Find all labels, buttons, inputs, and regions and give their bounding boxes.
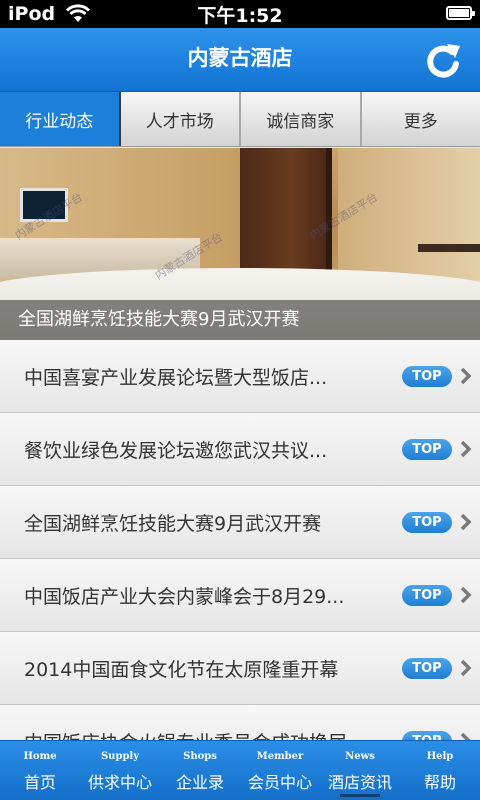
list-item[interactable]: 中国喜宴产业发展论坛暨大型饭店... TOP (0, 340, 480, 413)
chevron-right-icon (452, 727, 480, 740)
list-item[interactable]: 全国湖鲜烹饪技能大赛9月武汉开赛 TOP (0, 486, 480, 559)
news-title: 餐饮业绿色发展论坛邀您武汉共议... (24, 439, 328, 462)
nav-label-cn: 供求中心 (87, 773, 152, 792)
chevron-right-icon (452, 654, 480, 682)
nav-label-en: Help (426, 751, 454, 762)
news-title: 中国喜宴产业发展论坛暨大型饭店... (24, 366, 328, 389)
nav-news[interactable]: News 酒店资讯 (320, 741, 400, 800)
nav-label-cn: 首页 (23, 773, 56, 792)
chevron-right-icon (452, 435, 480, 463)
top-badge: TOP (402, 730, 452, 740)
app-header: 内蒙古酒店 (0, 28, 480, 92)
nav-label-cn: 帮助 (423, 773, 456, 792)
tab-talent-market[interactable]: 人才市场 (120, 92, 241, 146)
nav-label-en: Home (23, 751, 57, 762)
top-badge: TOP (402, 657, 452, 679)
top-badge: TOP (402, 365, 452, 387)
chevron-right-icon (452, 508, 480, 536)
nav-label-cn: 企业录 (175, 773, 224, 792)
chevron-right-icon (452, 581, 480, 609)
nav-label-en: Shops (183, 751, 217, 762)
nav-label-en: Supply (100, 751, 140, 762)
carrier-label: iPod (8, 3, 56, 25)
tab-trusted-merchants[interactable]: 诚信商家 (241, 92, 362, 146)
news-title: 2014中国面食文化节在太原隆重开幕 (24, 658, 339, 681)
refresh-icon[interactable] (422, 40, 464, 82)
tab-industry-news[interactable]: 行业动态 (0, 92, 121, 146)
category-tabs: 行业动态 人才市场 诚信商家 更多 (0, 92, 480, 147)
top-badge: TOP (402, 584, 452, 606)
top-badge: TOP (402, 511, 452, 533)
chevron-right-icon (452, 362, 480, 390)
nav-shops[interactable]: Shops 企业录 (160, 741, 240, 800)
nav-label-en: News (345, 751, 375, 762)
banner-caption: 全国湖鲜烹饪技能大赛9月武汉开赛 (0, 300, 480, 340)
featured-banner[interactable]: 内蒙古酒店平台 内蒙古酒店平台 内蒙古酒店平台 全国湖鲜烹饪技能大赛9月武汉开赛 (0, 148, 480, 340)
list-item[interactable]: 中国饭店协会火锅专业委员会成功换届 TOP (0, 705, 480, 740)
list-item[interactable]: 中国饭店产业大会内蒙峰会于8月29... TOP (0, 559, 480, 632)
nav-home[interactable]: Home 首页 (0, 741, 80, 800)
nav-label-cn: 酒店资讯 (327, 773, 392, 792)
nav-label-cn: 会员中心 (247, 773, 312, 792)
news-title: 中国饭店协会火锅专业委员会成功换届 (24, 728, 402, 741)
nav-member[interactable]: Member 会员中心 (240, 741, 320, 800)
status-bar: iPod 下午1:52 (0, 0, 480, 28)
battery-icon (446, 6, 475, 20)
news-title: 全国湖鲜烹饪技能大赛9月武汉开赛 (24, 512, 322, 535)
nav-label-en: Member (256, 751, 304, 762)
news-title: 中国饭店产业大会内蒙峰会于8月29... (24, 585, 345, 608)
list-item[interactable]: 2014中国面食文化节在太原隆重开幕 TOP (0, 632, 480, 705)
top-badge: TOP (402, 438, 452, 460)
news-list: 中国喜宴产业发展论坛暨大型饭店... TOP 餐饮业绿色发展论坛邀您武汉共议..… (0, 340, 480, 740)
nav-help[interactable]: Help 帮助 (400, 741, 480, 800)
list-item[interactable]: 餐饮业绿色发展论坛邀您武汉共议... TOP (0, 413, 480, 486)
page-title: 内蒙古酒店 (187, 46, 293, 70)
tab-more[interactable]: 更多 (361, 92, 480, 146)
bottom-nav: Home 首页 Supply 供求中心 Shops 企业录 Member 会员中… (0, 740, 480, 800)
nav-supply[interactable]: Supply 供求中心 (80, 741, 160, 800)
wifi-icon (65, 4, 91, 24)
